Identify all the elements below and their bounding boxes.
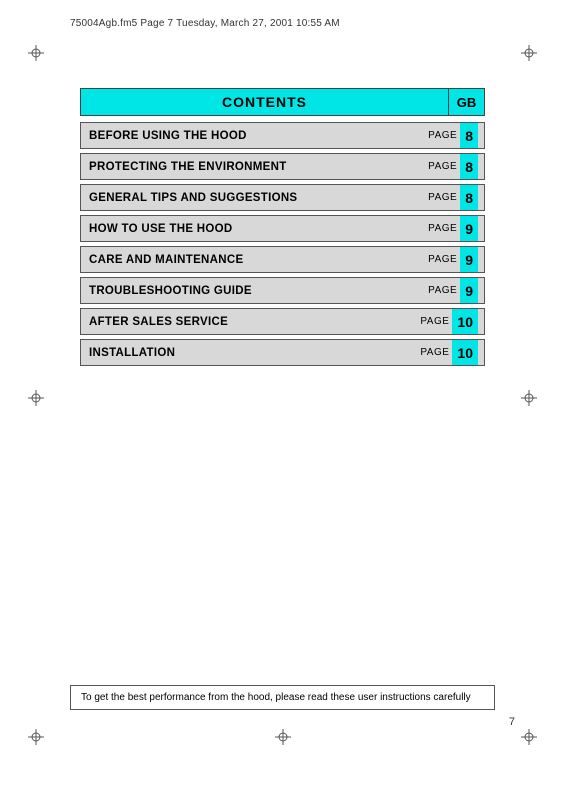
toc-row: INSTALLATIONPAGE10	[80, 339, 485, 366]
page-num: 9	[460, 278, 478, 303]
toc-item-label: BEFORE USING THE HOOD	[81, 123, 414, 148]
toc-item-page: PAGE8	[414, 154, 484, 179]
toc-item-label: HOW TO USE THE HOOD	[81, 216, 414, 241]
corner-mark-br	[521, 729, 537, 745]
contents-section: CONTENTS GB BEFORE USING THE HOODPAGE8PR…	[80, 88, 485, 370]
toc-item-page: PAGE9	[414, 247, 484, 272]
page-num: 8	[460, 185, 478, 210]
toc-item-label: GENERAL TIPS AND SUGGESTIONS	[81, 185, 414, 210]
contents-header-row: CONTENTS GB	[80, 88, 485, 116]
toc-item-label: CARE AND MAINTENANCE	[81, 247, 414, 272]
corner-mark-ml	[28, 390, 44, 406]
page-num: 9	[460, 216, 478, 241]
toc-row: GENERAL TIPS AND SUGGESTIONSPAGE8	[80, 184, 485, 211]
toc-row: HOW TO USE THE HOODPAGE9	[80, 215, 485, 242]
page-word: PAGE	[428, 161, 457, 172]
corner-mark-tl	[28, 45, 44, 61]
corner-mark-tr	[521, 45, 537, 61]
page-word: PAGE	[428, 223, 457, 234]
page-num: 9	[460, 247, 478, 272]
file-info: 75004Agb.fm5 Page 7 Tuesday, March 27, 2…	[70, 18, 340, 29]
page-word: PAGE	[428, 285, 457, 296]
contents-title: CONTENTS	[80, 88, 449, 116]
toc-row: PROTECTING THE ENVIRONMENTPAGE8	[80, 153, 485, 180]
toc-row: CARE AND MAINTENANCEPAGE9	[80, 246, 485, 273]
toc-item-page: PAGE9	[414, 216, 484, 241]
page-number: 7	[509, 716, 515, 728]
toc-item-page: PAGE9	[414, 278, 484, 303]
page-word: PAGE	[420, 347, 449, 358]
corner-mark-mr	[521, 390, 537, 406]
page-word: PAGE	[420, 316, 449, 327]
page-word: PAGE	[428, 192, 457, 203]
page-num: 8	[460, 123, 478, 148]
toc-row: TROUBLESHOOTING GUIDEPAGE9	[80, 277, 485, 304]
toc-item-page: PAGE10	[414, 340, 484, 365]
page-num: 8	[460, 154, 478, 179]
corner-mark-bm	[275, 729, 291, 745]
toc-item-page: PAGE8	[414, 185, 484, 210]
page-word: PAGE	[428, 254, 457, 265]
bottom-note: To get the best performance from the hoo…	[70, 685, 495, 710]
page: 75004Agb.fm5 Page 7 Tuesday, March 27, 2…	[0, 0, 565, 800]
toc-item-page: PAGE10	[414, 309, 484, 334]
corner-mark-bl	[28, 729, 44, 745]
page-num: 10	[452, 340, 478, 365]
toc-row: BEFORE USING THE HOODPAGE8	[80, 122, 485, 149]
toc-item-page: PAGE8	[414, 123, 484, 148]
toc-row: AFTER SALES SERVICEPAGE10	[80, 308, 485, 335]
toc-item-label: PROTECTING THE ENVIRONMENT	[81, 154, 414, 179]
toc-list: BEFORE USING THE HOODPAGE8PROTECTING THE…	[80, 122, 485, 366]
contents-gb-label: GB	[449, 88, 485, 116]
toc-item-label: AFTER SALES SERVICE	[81, 309, 414, 334]
toc-item-label: TROUBLESHOOTING GUIDE	[81, 278, 414, 303]
toc-item-label: INSTALLATION	[81, 340, 414, 365]
page-word: PAGE	[428, 130, 457, 141]
page-num: 10	[452, 309, 478, 334]
